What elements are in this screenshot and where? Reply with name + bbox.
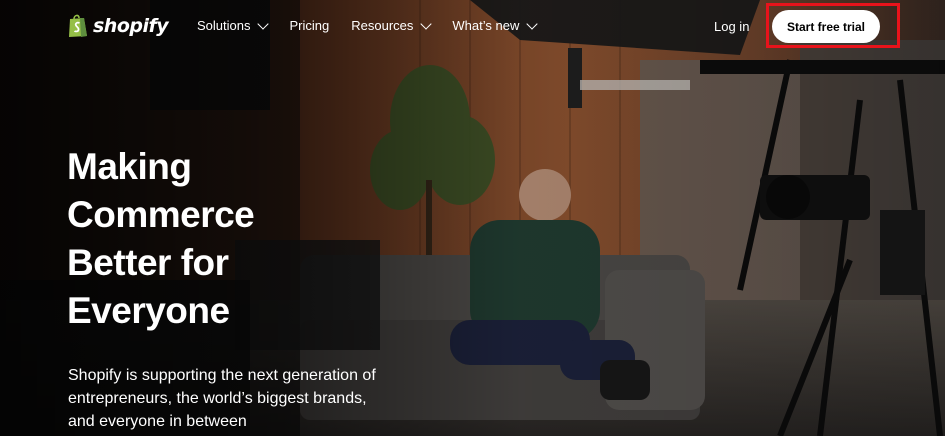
- nav-item-resources[interactable]: Resources: [351, 17, 433, 33]
- nav-item-pricing[interactable]: Pricing: [289, 18, 329, 33]
- chevron-down-icon: [420, 17, 433, 30]
- subtext-line: Shopify is supporting the next generatio…: [68, 367, 376, 384]
- shopping-bag-icon: [69, 14, 87, 37]
- nav-item-label: What’s new: [452, 18, 520, 33]
- subtext-line: and everyone in between: [68, 413, 247, 430]
- chevron-down-icon: [257, 17, 270, 30]
- chevron-down-icon: [526, 17, 539, 30]
- login-link[interactable]: Log in: [714, 19, 749, 34]
- headline-line: Better for: [67, 242, 229, 283]
- nav-item-whats-new[interactable]: What’s new: [452, 17, 539, 33]
- site-header: shopify Solutions Pricing Resources What…: [0, 0, 945, 54]
- nav-item-label: Solutions: [197, 18, 251, 33]
- page: shopify Solutions Pricing Resources What…: [0, 0, 945, 436]
- nav-item-solutions[interactable]: Solutions: [197, 17, 270, 33]
- main-nav: Solutions Pricing Resources What’s new: [197, 17, 558, 33]
- nav-item-label: Resources: [351, 18, 414, 33]
- headline-line: Making: [67, 146, 192, 187]
- headline-line: Everyone: [67, 290, 230, 331]
- start-free-trial-button[interactable]: Start free trial: [772, 10, 880, 43]
- nav-item-label: Pricing: [289, 18, 330, 33]
- subtext-line: entrepreneurs, the world’s biggest brand…: [68, 390, 367, 407]
- hero-subtext: Shopify is supporting the next generatio…: [68, 364, 398, 433]
- logo-wordmark: shopify: [93, 14, 169, 37]
- shopify-logo[interactable]: shopify: [67, 13, 169, 38]
- headline-line: Commerce: [67, 194, 255, 235]
- hero-headline: Making Commerce Better for Everyone: [67, 143, 387, 335]
